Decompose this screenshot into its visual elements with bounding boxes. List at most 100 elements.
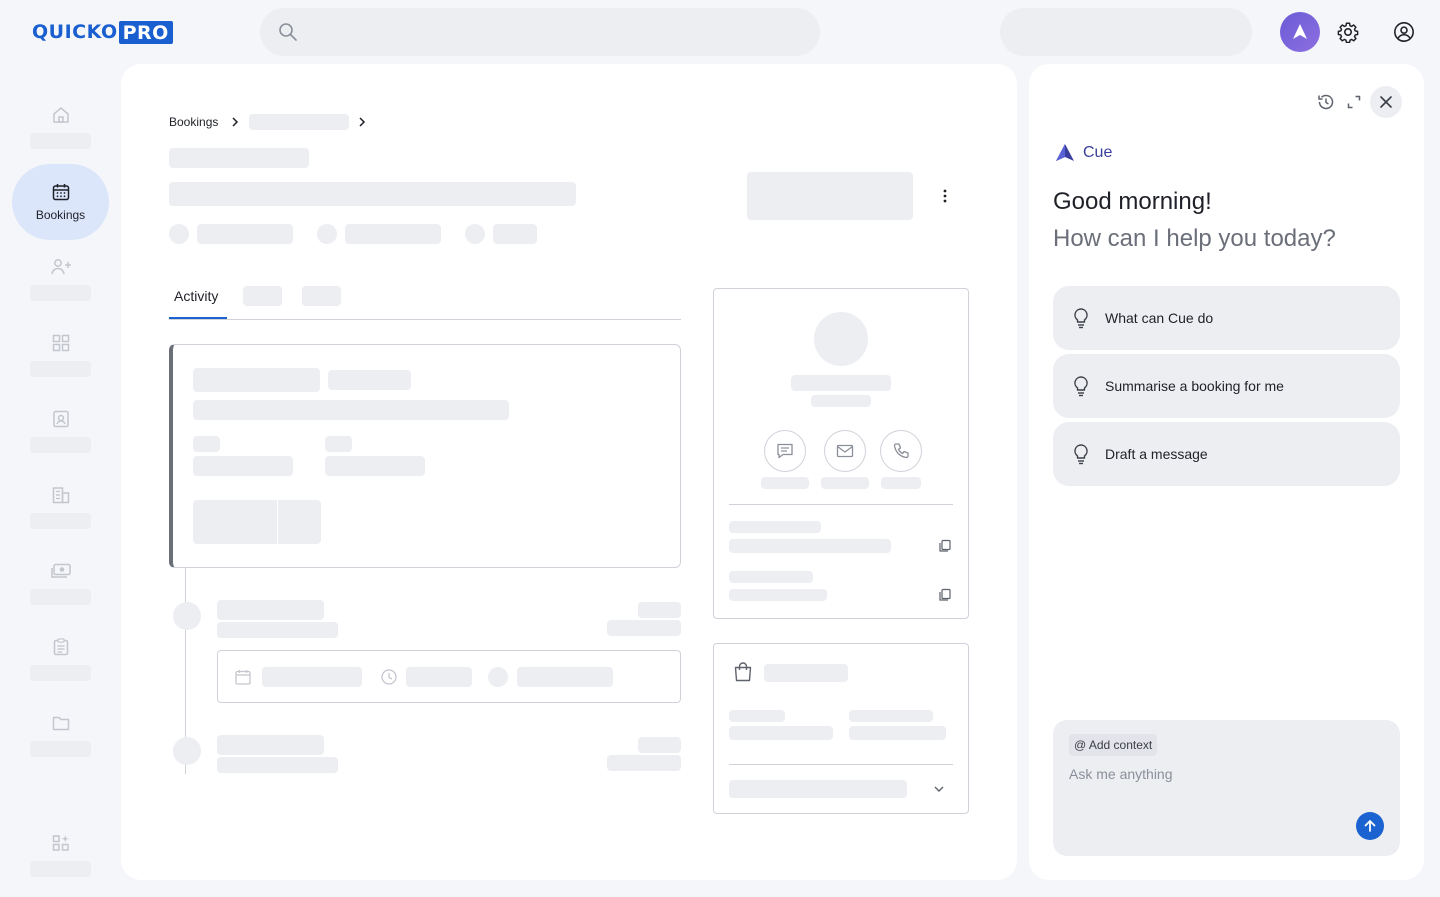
sidebar-item-grid[interactable] — [12, 321, 109, 389]
activity-title-placeholder — [193, 368, 320, 392]
suggestion-label: What can Cue do — [1105, 310, 1214, 326]
lightbulb-icon — [1074, 376, 1088, 397]
cue-logo-icon — [1293, 24, 1307, 39]
sidebar-item-label-placeholder — [30, 437, 91, 453]
meta-icon-placeholder — [465, 224, 485, 244]
sidebar-item-tasks[interactable] — [12, 625, 109, 693]
account-button[interactable] — [1388, 16, 1420, 48]
timeline-date-placeholder — [607, 620, 681, 636]
sidebar-item-label-placeholder — [30, 861, 91, 877]
sidebar-item-contact-card[interactable] — [12, 397, 109, 465]
greeting-prompt: How can I help you today? — [1053, 225, 1336, 252]
chevron-down-icon[interactable] — [932, 782, 946, 796]
breadcrumb: Bookings — [169, 115, 218, 129]
sidebar-item-files[interactable] — [12, 701, 109, 769]
lightbulb-icon — [1074, 308, 1088, 329]
copy-icon[interactable] — [938, 588, 952, 602]
timeline-dot — [173, 737, 201, 765]
logo-text: QUICKO — [32, 21, 118, 43]
expand-button[interactable] — [1338, 86, 1370, 118]
primary-action-button-placeholder[interactable] — [747, 172, 913, 220]
calendar-icon — [52, 184, 69, 201]
phone-icon — [893, 443, 909, 459]
cue-assistant-panel: Cue Good morning! How can I help you tod… — [1029, 64, 1424, 880]
chat-input[interactable]: Ask me anything — [1069, 766, 1173, 782]
field-value-placeholder — [325, 456, 425, 476]
top-bar-placeholder — [1000, 8, 1252, 56]
sidebar-item-label-placeholder — [30, 741, 91, 757]
chevron-right-icon — [359, 117, 366, 127]
order-field-value-placeholder — [849, 726, 946, 740]
sidebar-item-apps[interactable] — [12, 822, 109, 888]
sidebar-item-label-placeholder — [30, 665, 91, 681]
timeline-date-placeholder — [607, 755, 681, 771]
email-button[interactable] — [824, 430, 866, 472]
clipboard-icon — [53, 638, 68, 656]
greeting-heading: Good morning! — [1053, 188, 1212, 215]
meta-icon-placeholder — [317, 224, 337, 244]
lightbulb-icon — [1074, 444, 1088, 465]
activity-card[interactable] — [169, 344, 681, 568]
tab-placeholder[interactable] — [243, 286, 282, 306]
action-button-placeholder[interactable] — [193, 500, 277, 544]
meta-value-placeholder — [493, 224, 537, 244]
add-context-chip[interactable]: @ Add context — [1069, 734, 1158, 756]
field-value-placeholder — [193, 456, 293, 476]
activity-description-placeholder — [193, 400, 509, 420]
logo-pro-badge: PRO — [118, 20, 173, 44]
sidebar-item-bookings[interactable]: Bookings — [12, 164, 109, 240]
suggestion-label: Draft a message — [1105, 446, 1208, 462]
copy-icon[interactable] — [938, 539, 952, 553]
breadcrumb-bookings-link[interactable]: Bookings — [169, 115, 218, 129]
sidebar-item-label-placeholder — [30, 361, 91, 377]
call-button[interactable] — [880, 430, 922, 472]
sidebar-item-label-placeholder — [30, 285, 91, 301]
apps-sparkle-icon — [52, 835, 69, 851]
message-button[interactable] — [764, 430, 806, 472]
field-label-placeholder — [325, 436, 352, 452]
contact-field-value-placeholder — [729, 589, 827, 601]
sidebar-item-label-placeholder — [30, 589, 91, 605]
settings-button[interactable] — [1332, 16, 1364, 48]
history-icon — [1318, 94, 1334, 110]
chevron-right-icon — [232, 117, 239, 127]
contact-field-value-placeholder — [729, 539, 891, 553]
more-vertical-icon[interactable] — [935, 186, 955, 206]
action-label-placeholder — [761, 477, 809, 489]
timeline-time-placeholder — [638, 602, 681, 618]
global-search-bar[interactable] — [260, 8, 820, 56]
sidebar-item-payments[interactable] — [12, 549, 109, 617]
timeline-subtitle-placeholder — [217, 757, 338, 773]
contact-name-placeholder — [791, 375, 891, 391]
expand-icon — [1347, 95, 1361, 109]
chat-composer[interactable]: @ Add context Ask me anything — [1053, 720, 1400, 856]
sidebar-item-label-placeholder — [30, 513, 91, 529]
order-card — [713, 643, 969, 814]
suggestion-draft-message[interactable]: Draft a message — [1053, 422, 1400, 486]
sidebar-item-label-placeholder — [30, 133, 91, 149]
contact-card-icon — [52, 410, 69, 428]
close-panel-button[interactable] — [1370, 86, 1402, 118]
order-field-value-placeholder — [729, 726, 833, 740]
cue-launcher-button[interactable] — [1280, 12, 1320, 52]
contact-card — [713, 288, 969, 619]
action-dropdown-placeholder[interactable] — [278, 500, 321, 544]
order-divider — [729, 764, 953, 765]
avatar — [814, 312, 868, 366]
sidebar-item-buildings[interactable] — [12, 473, 109, 541]
cue-brand: Cue — [1053, 142, 1112, 164]
booking-title-placeholder — [169, 182, 576, 206]
timeline-title-placeholder — [217, 600, 324, 620]
brand-logo[interactable]: QUICKO PRO — [32, 18, 173, 46]
suggestion-summarise-booking[interactable]: Summarise a booking for me — [1053, 354, 1400, 418]
suggestion-what-can-cue-do[interactable]: What can Cue do — [1053, 286, 1400, 350]
sidebar-item-contacts[interactable] — [12, 245, 109, 313]
field-label-placeholder — [193, 436, 220, 452]
tab-placeholder[interactable] — [302, 286, 341, 306]
gear-icon — [1337, 22, 1359, 43]
send-button[interactable] — [1356, 812, 1384, 840]
tab-activity[interactable]: Activity — [174, 288, 218, 304]
sidebar-item-home[interactable] — [12, 93, 109, 161]
cue-name: Cue — [1083, 144, 1113, 161]
home-icon — [52, 107, 69, 123]
